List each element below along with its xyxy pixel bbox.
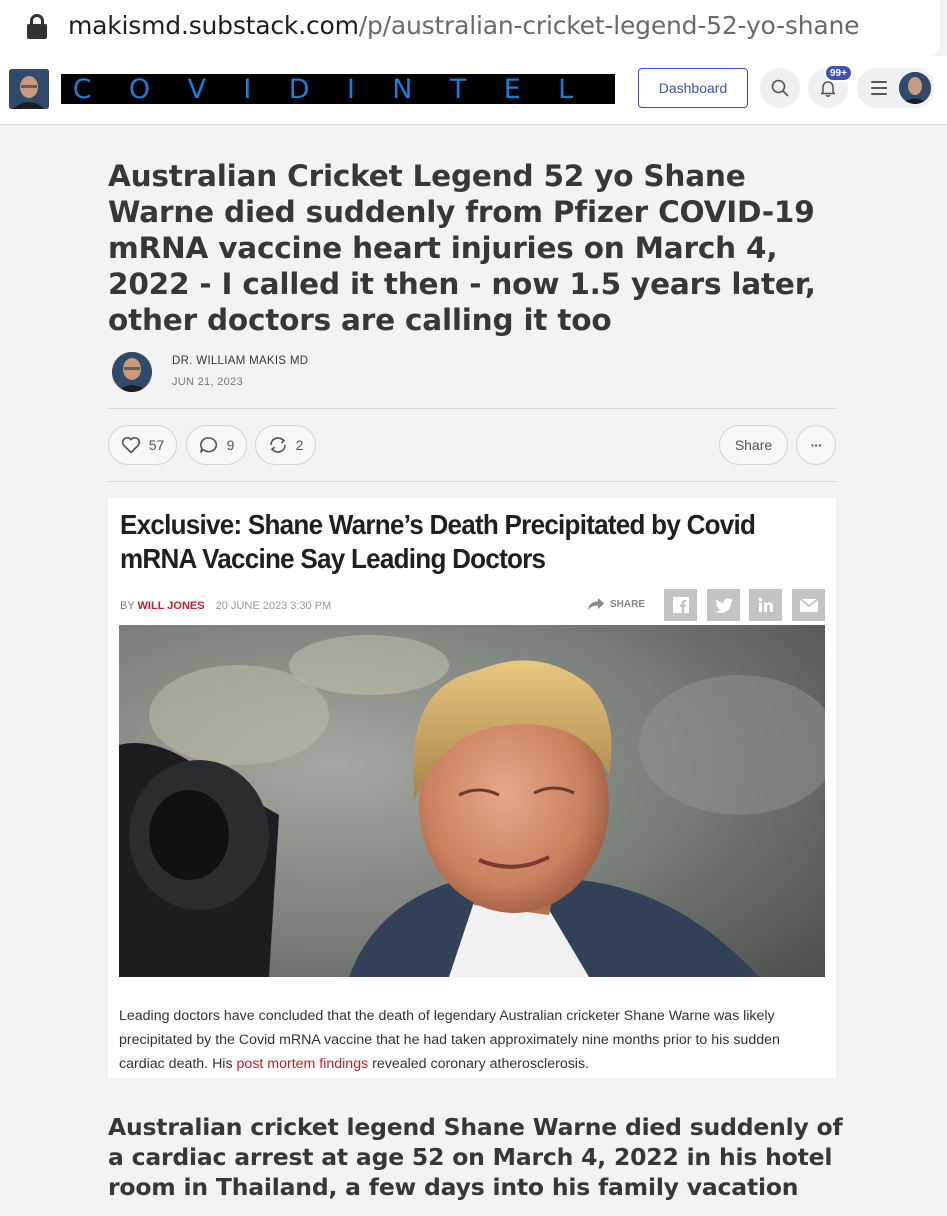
- logo-letter: N: [392, 73, 443, 105]
- logo-letter: O: [128, 73, 181, 105]
- search-button[interactable]: [760, 68, 800, 108]
- dashboard-button[interactable]: Dashboard: [638, 68, 748, 108]
- comment-icon: [199, 437, 217, 453]
- site-header: C O V I D I N T E L Dashboard 99+: [0, 56, 947, 125]
- heart-icon: [121, 436, 140, 454]
- linkedin-icon: [749, 589, 782, 621]
- author-name[interactable]: DR. WILLIAM MAKIS MD: [172, 355, 308, 367]
- embed-share: SHARE: [588, 598, 645, 610]
- logo-letter: L: [558, 73, 604, 105]
- byline-prefix: BY: [120, 600, 135, 612]
- email-icon: [792, 589, 825, 621]
- embed-share-label: SHARE: [610, 598, 646, 610]
- logo-letter: T: [449, 73, 497, 105]
- like-button[interactable]: 57: [108, 425, 177, 465]
- facebook-icon: [664, 589, 697, 621]
- embed-date: 20 JUNE 2023 3:30 PM: [215, 600, 332, 612]
- logo-letter: V: [187, 73, 237, 105]
- embed-body-text-end: revealed coronary atherosclerosis.: [368, 1056, 589, 1072]
- like-count: 57: [148, 437, 165, 453]
- share-button[interactable]: Share: [719, 425, 788, 465]
- logo-letter: I: [346, 73, 385, 105]
- notification-badge: 99+: [824, 64, 853, 82]
- avatar: [899, 72, 931, 104]
- share-arrow-icon: [588, 598, 604, 610]
- browser-url-bar[interactable]: makismd.substack.com/p/australian-cricke…: [0, 0, 940, 56]
- comment-count: 9: [226, 437, 235, 453]
- url-text[interactable]: makismd.substack.com/p/australian-cricke…: [68, 11, 860, 40]
- publication-avatar[interactable]: [9, 69, 49, 109]
- embed-title: Exclusive: Shane Warne’s Death Precipita…: [120, 509, 756, 574]
- restack-icon: [269, 437, 286, 453]
- search-icon: [771, 79, 789, 97]
- logo-letter: C: [72, 73, 122, 105]
- ellipsis-icon: ···: [810, 437, 823, 453]
- embed-body-link: post mortem findings: [236, 1056, 369, 1072]
- twitter-icon: [707, 589, 740, 621]
- post-title: Australian Cricket Legend 52 yo Shane Wa…: [108, 159, 816, 337]
- shane-warne-photo: [119, 625, 825, 977]
- restack-count: 2: [295, 437, 304, 453]
- logo-letter: D: [288, 73, 340, 105]
- embed-author: WILL JONES: [137, 600, 205, 612]
- embed-byline: BY WILL JONES 20 JUNE 2023 3:30 PM: [120, 600, 331, 612]
- publication-logo[interactable]: C O V I D I N T E L: [61, 73, 615, 105]
- divider: [108, 408, 836, 409]
- more-options-button[interactable]: ···: [796, 425, 836, 465]
- divider: [108, 481, 836, 482]
- logo-letter: I: [243, 73, 282, 105]
- author-avatar[interactable]: [112, 352, 152, 392]
- url-host: makismd.substack.com: [68, 11, 359, 40]
- user-menu-button[interactable]: [857, 68, 935, 108]
- restack-button[interactable]: 2: [255, 425, 316, 465]
- embedded-article-image: Exclusive: Shane Warne’s Death Precipita…: [108, 498, 836, 1078]
- post-date: JUN 21, 2023: [172, 376, 243, 388]
- logo-letter: E: [503, 73, 551, 105]
- embed-body: Leading doctors have concluded that the …: [119, 1004, 825, 1076]
- hamburger-icon: [871, 81, 887, 95]
- section-heading: Australian cricket legend Shane Warne di…: [108, 1113, 843, 1201]
- lock-icon: [27, 14, 47, 40]
- url-path: /p/australian-cricket-legend-52-yo-shane: [358, 11, 860, 40]
- comment-button[interactable]: 9: [186, 425, 247, 465]
